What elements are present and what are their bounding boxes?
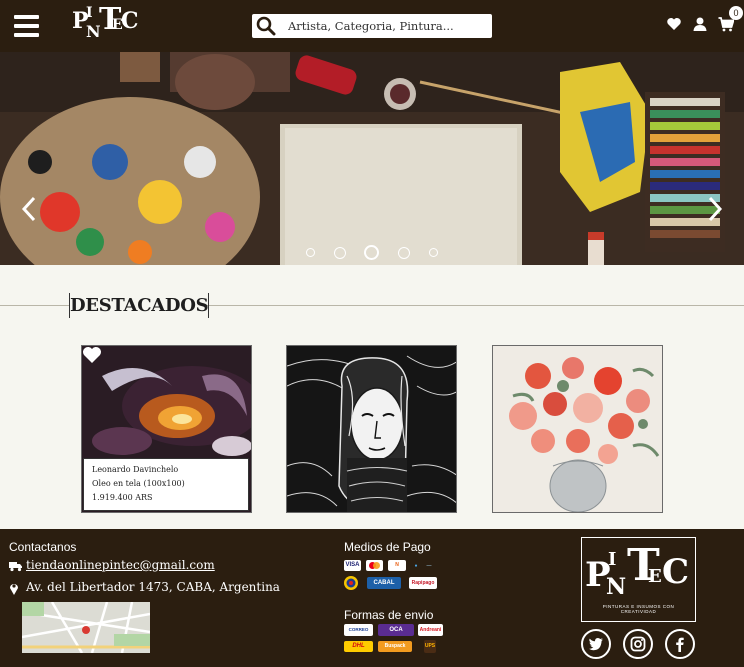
payment-pagofacil-logo (344, 576, 358, 590)
location-map[interactable] (22, 602, 150, 653)
carousel-prev-icon[interactable] (18, 194, 40, 224)
artwork-image (287, 346, 456, 512)
section-title: DESTACADOS (69, 293, 209, 318)
carousel-dot-4[interactable] (398, 247, 410, 259)
shipping-correo-argentino-logo: CORREO (344, 624, 373, 636)
search-bar (252, 14, 492, 38)
shipping-heading: Formas de envio (344, 608, 434, 622)
search-icon[interactable] (255, 16, 277, 36)
top-navbar: P I N T E C 0 (0, 0, 744, 52)
cart-count-badge: 0 (729, 6, 743, 20)
product-card[interactable] (286, 345, 457, 513)
product-info: Leonardo Davinchelo Oleo en tela (100x10… (83, 458, 249, 511)
payment-mercadopago-logo: ● (414, 563, 418, 569)
user-icon[interactable] (692, 16, 708, 32)
site-logo[interactable]: P I N T E C (70, 4, 140, 42)
carousel-next-icon[interactable] (704, 194, 726, 224)
favorite-heart-icon[interactable] (82, 346, 102, 364)
payment-heading: Medios de Pago (344, 540, 431, 554)
contact-email-link[interactable]: tiendaonlinepintec@gmail.com (26, 558, 215, 572)
product-card[interactable]: Leonardo Davinchelo Oleo en tela (100x10… (81, 345, 252, 513)
payment-naranja-logo: N (388, 560, 406, 571)
payment-diners-logo: — (426, 563, 432, 569)
product-price: 1.919.400 ARS (92, 493, 153, 502)
payment-mastercard-logo (366, 560, 383, 571)
shipping-buspack-logo: Buspack (378, 641, 412, 652)
payment-rapipago-logo: Rapipago (409, 577, 437, 589)
contact-address: Av. del Libertador 1473, CABA, Argentina (26, 580, 280, 594)
payment-cabal-logo: CABAL (367, 577, 401, 589)
menu-icon[interactable] (14, 15, 39, 37)
shipping-dhl-logo: DHL (344, 641, 373, 652)
shipping-oca-logo: OCA (378, 624, 414, 636)
twitter-icon[interactable] (581, 629, 611, 659)
artwork-image (493, 346, 662, 512)
carousel-dot-5[interactable] (429, 248, 438, 257)
footer: Contactanos tiendaonlinepintec@gmail.com… (0, 529, 744, 667)
shipping-andreani-logo: Andreani (418, 624, 443, 636)
product-technique: Oleo en tela (100x100) (92, 479, 185, 488)
section-divider-right (207, 305, 744, 306)
carousel-dot-3-active[interactable] (364, 245, 379, 260)
payment-visa-logo: VISA (344, 560, 361, 571)
contact-heading: Contactanos (9, 540, 77, 554)
search-input[interactable] (288, 17, 483, 35)
product-card[interactable] (492, 345, 663, 513)
product-artist: Leonardo Davinchelo (92, 465, 179, 474)
carousel-dot-2[interactable] (334, 247, 346, 259)
shipping-truck-icon (9, 562, 22, 572)
carousel-dot-1[interactable] (306, 248, 315, 257)
hero-carousel[interactable] (0, 52, 744, 265)
footer-logo-tagline: PINTURAS E INSUMOS CON CREATIVIDAD (602, 604, 675, 614)
favorites-heart-icon[interactable] (666, 16, 682, 32)
footer-logo: P I N T E C PINTURAS E INSUMOS CON CREAT… (581, 537, 696, 622)
location-pin-icon (10, 584, 18, 595)
section-divider-left (0, 305, 69, 306)
shipping-ups-logo: UPS (424, 640, 436, 653)
hero-slide-image (0, 52, 744, 265)
instagram-icon[interactable] (623, 629, 653, 659)
facebook-icon[interactable] (665, 629, 695, 659)
